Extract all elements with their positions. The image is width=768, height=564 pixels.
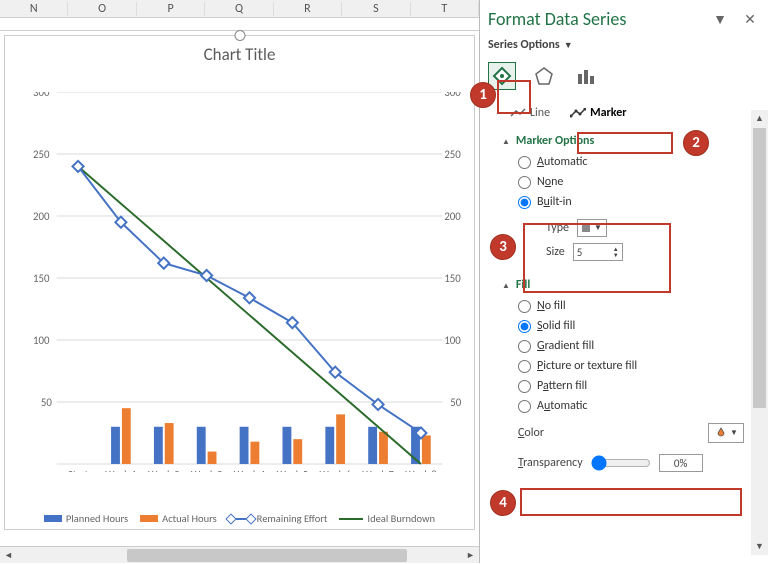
- annotation-callout-2: 2: [683, 130, 709, 156]
- marker-builtin-radio[interactable]: [518, 196, 531, 209]
- chart-plot[interactable]: 300 250 200 150 100 50 300 250 200 150 1…: [33, 92, 466, 472]
- scroll-thumb[interactable]: [753, 128, 766, 408]
- fill-gradient-radio[interactable]: [518, 340, 531, 353]
- builtin-options: Type ▼ Size 5 ▲▼: [518, 212, 758, 272]
- svg-text:Week 5: Week 5: [277, 468, 308, 472]
- transparency-value[interactable]: 0%: [659, 454, 703, 472]
- effects-icon[interactable]: [530, 62, 558, 90]
- legend-label: Actual Hours: [162, 512, 217, 525]
- col-N[interactable]: N: [0, 2, 68, 16]
- remaining-effort-markers[interactable]: [72, 161, 426, 439]
- col-R[interactable]: R: [274, 2, 342, 16]
- y-tick: 100: [33, 334, 50, 347]
- y2-tick: 300: [444, 92, 461, 99]
- scroll-thumb[interactable]: [127, 549, 407, 562]
- svg-text:Week 4: Week 4: [234, 468, 266, 472]
- fill-automatic-radio[interactable]: [518, 400, 531, 413]
- marker-none-radio[interactable]: [518, 176, 531, 189]
- svg-text:Week 7: Week 7: [362, 468, 393, 472]
- chart-panel: N O P Q R S T Chart Title: [0, 0, 479, 563]
- y-tick: 150: [33, 272, 50, 285]
- column-headers: N O P Q R S T: [0, 0, 479, 18]
- y-tick: 200: [33, 210, 50, 223]
- svg-text:Week 2: Week 2: [148, 468, 179, 472]
- line-marker-tabs: Line Marker: [488, 100, 758, 128]
- legend-label: Remaining Effort: [257, 512, 328, 525]
- legend-swatch-planned: [44, 515, 62, 522]
- tab-line[interactable]: Line: [506, 104, 554, 122]
- color-picker-button[interactable]: ▼: [708, 423, 744, 443]
- section-marker-options[interactable]: Marker Options: [488, 128, 758, 152]
- panel-menu-button[interactable]: ▼: [712, 11, 728, 28]
- legend-swatch-remaining: [229, 518, 253, 520]
- y-tick: 300: [33, 92, 50, 99]
- chart-resize-handle[interactable]: [234, 30, 245, 41]
- scroll-track[interactable]: [17, 547, 462, 564]
- tab-label: Line: [530, 106, 550, 120]
- series-options-label: Series Options: [488, 38, 560, 52]
- svg-text:Week 3: Week 3: [191, 468, 222, 472]
- fill-solid-radio[interactable]: [518, 320, 531, 333]
- legend-swatch-actual: [140, 515, 158, 522]
- annotation-callout-4: 4: [490, 490, 516, 516]
- size-value: 5: [577, 246, 583, 259]
- y2-tick: 200: [444, 210, 461, 223]
- panel-close-button[interactable]: ✕: [742, 11, 758, 28]
- annotation-callout-3: 3: [490, 234, 516, 260]
- color-row: Color ▼: [514, 420, 748, 446]
- tab-marker[interactable]: Marker: [566, 104, 630, 122]
- legend-label: Ideal Burndown: [367, 512, 435, 525]
- marker-size-spinner[interactable]: 5 ▲▼: [573, 243, 623, 261]
- type-label: Type: [546, 221, 569, 235]
- y-tick: 250: [33, 148, 50, 161]
- fill-pattern-radio[interactable]: [518, 380, 531, 393]
- panel-title: Format Data Series: [488, 8, 626, 30]
- svg-text:Week 1: Week 1: [105, 468, 136, 472]
- transparency-slider[interactable]: [591, 455, 651, 471]
- col-P[interactable]: P: [137, 2, 205, 16]
- y2-tick: 150: [444, 272, 461, 285]
- fill-picture-radio[interactable]: [518, 360, 531, 373]
- section-fill[interactable]: Fill: [488, 272, 758, 296]
- col-S[interactable]: S: [342, 2, 410, 16]
- marker-automatic-radio[interactable]: [518, 156, 531, 169]
- size-label: Size: [546, 245, 565, 259]
- scroll-right-button[interactable]: ►: [462, 547, 479, 564]
- legend[interactable]: Planned Hours Actual Hours Remaining Eff…: [5, 512, 474, 525]
- svg-text:Week 8: Week 8: [405, 468, 436, 472]
- marker-type-dropdown[interactable]: ▼: [577, 219, 607, 237]
- panel-vertical-scrollbar[interactable]: ▲ ▼: [751, 110, 768, 555]
- format-data-series-panel: Format Data Series ▼ ✕ Series Options ▼: [479, 0, 768, 563]
- series-options-menu[interactable]: Series Options ▼: [488, 34, 573, 62]
- y2-tick: 250: [444, 148, 461, 161]
- transparency-label: Transparency: [518, 456, 583, 470]
- col-T[interactable]: T: [411, 2, 479, 16]
- scroll-left-button[interactable]: ◄: [0, 547, 17, 564]
- series-options-icon[interactable]: [572, 62, 600, 90]
- legend-label: Planned Hours: [66, 512, 128, 525]
- format-category-icons: [488, 62, 758, 100]
- annotation-callout-1: 1: [470, 82, 496, 108]
- col-O[interactable]: O: [68, 2, 136, 16]
- fill-none-radio[interactable]: [518, 300, 531, 313]
- bars[interactable]: [111, 408, 431, 464]
- color-label: Color: [518, 426, 544, 440]
- chart-object[interactable]: Chart Title 300 250 200 150 100: [4, 35, 475, 530]
- scroll-down-button[interactable]: ▼: [751, 538, 768, 555]
- y-tick: 50: [41, 396, 52, 409]
- col-Q[interactable]: Q: [205, 2, 273, 16]
- category-labels: Start Week 1 Week 2 Week 3 Week 4 Week 5 Week …: [68, 468, 437, 472]
- tab-label: Marker: [590, 106, 626, 120]
- legend-swatch-ideal: [339, 518, 363, 520]
- transparency-row: Transparency 0%: [514, 450, 758, 476]
- y2-tick: 50: [450, 396, 461, 409]
- svg-text:Start: Start: [68, 468, 89, 472]
- scroll-up-button[interactable]: ▲: [751, 110, 768, 127]
- svg-text:Week 6: Week 6: [320, 468, 351, 472]
- horizontal-scrollbar[interactable]: ◄ ►: [0, 546, 479, 563]
- y2-tick: 100: [444, 334, 461, 347]
